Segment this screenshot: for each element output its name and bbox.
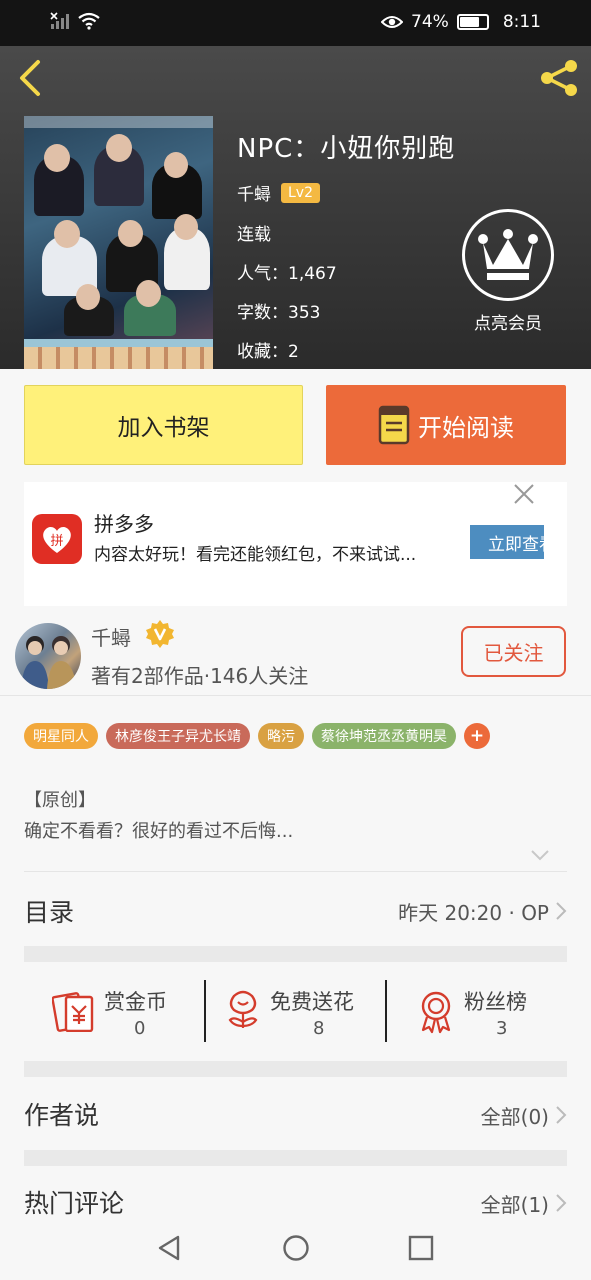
verified-v-icon xyxy=(146,620,174,648)
reward-coins-stat[interactable]: 赏金币 0 xyxy=(40,980,190,1042)
book-title: NPC：小妞你别跑 xyxy=(237,134,456,164)
wifi-icon xyxy=(78,12,100,30)
status-bar: 74% 8:11 xyxy=(0,0,591,46)
vip-label[interactable]: 点亮会员 xyxy=(463,309,553,334)
medal-icon xyxy=(421,991,451,1034)
free-flower-value: 8 xyxy=(313,1018,325,1039)
close-icon[interactable] xyxy=(512,482,536,506)
chevron-right-icon xyxy=(556,1194,567,1212)
tag-item[interactable]: 明星同人 xyxy=(24,723,98,749)
chevron-right-icon xyxy=(556,1106,567,1124)
book-word-count: 字数：353 xyxy=(237,303,321,323)
follow-button[interactable]: 已关注 xyxy=(461,626,566,677)
book-favorites: 收藏：2 xyxy=(237,342,299,362)
free-flower-stat[interactable]: 免费送花 8 xyxy=(220,980,380,1042)
system-nav-bar xyxy=(0,1215,591,1280)
free-flower-label: 免费送花 xyxy=(270,990,354,1014)
fan-ranking-stat[interactable]: 粉丝榜 3 xyxy=(410,980,560,1042)
more-tags-button[interactable]: + xyxy=(464,723,490,749)
share-icon[interactable] xyxy=(537,56,581,100)
author-say-count: 全部(0) xyxy=(480,1105,549,1129)
nav-recents-icon[interactable] xyxy=(408,1235,434,1261)
add-to-shelf-button[interactable]: 加入书架 xyxy=(24,385,303,465)
pinduoduo-logo: 拼 xyxy=(32,514,82,564)
author-row: 千蟳 著有2部作品·146人关注 已关注 xyxy=(0,606,591,696)
hot-comments-count: 全部(1) xyxy=(480,1193,549,1217)
chevron-right-icon xyxy=(556,902,567,920)
battery-percent: 74% xyxy=(411,12,449,32)
author-name[interactable]: 千蟳 xyxy=(91,622,131,651)
description-line-2: 确定不看看？很好的看过不后悔... xyxy=(24,821,294,842)
book-status: 连载 xyxy=(237,225,271,245)
tag-item[interactable]: 略污 xyxy=(258,723,304,749)
reward-coins-label: 赏金币 xyxy=(104,990,167,1014)
battery-icon xyxy=(456,14,489,30)
chevron-down-icon[interactable] xyxy=(530,848,550,862)
book-author-line: 千蟳 Lv2 xyxy=(237,180,320,205)
back-icon[interactable] xyxy=(12,58,52,98)
ad-description: 内容太好玩！看完还能领红包，不来试试... xyxy=(94,545,417,565)
book-popularity: 人气：1,467 xyxy=(237,264,337,284)
tag-list: 明星同人 林彦俊王子异尤长靖 略污 蔡徐坤范丞丞黄明昊 + xyxy=(24,723,490,749)
nav-back-icon[interactable] xyxy=(156,1234,182,1262)
start-reading-button[interactable]: 开始阅读 xyxy=(326,385,566,465)
red-envelope-icon xyxy=(52,992,94,1032)
eye-icon xyxy=(381,16,404,28)
fan-ranking-label: 粉丝榜 xyxy=(464,990,527,1014)
description-line-1: 【原创】 xyxy=(24,790,96,811)
ad-cta-button[interactable]: 立即查看 xyxy=(470,525,544,559)
ad-name: 拼多多 xyxy=(94,512,154,536)
vip-crown-button[interactable] xyxy=(462,209,554,301)
start-reading-label: 开始阅读 xyxy=(418,413,514,442)
book-author[interactable]: 千蟳 xyxy=(237,180,271,205)
fan-ranking-value: 3 xyxy=(496,1018,508,1039)
tag-item[interactable]: 蔡徐坤范丞丞黄明昊 xyxy=(312,723,456,749)
ad-banner[interactable]: 拼 拼多多 内容太好玩！看完还能领红包，不来试试... 立即查看 xyxy=(24,482,567,606)
signal-icon xyxy=(50,12,69,29)
author-stats: 著有2部作品·146人关注 xyxy=(91,664,309,688)
clock: 8:11 xyxy=(502,12,541,32)
logo-text: 拼 xyxy=(50,534,63,549)
book-header: NPC：小妞你别跑 千蟳 Lv2 连载 人气：1,467 字数：353 收藏：2… xyxy=(0,46,591,369)
author-say-title: 作者说 xyxy=(24,1101,100,1130)
author-avatar[interactable] xyxy=(15,623,81,689)
book-cover[interactable] xyxy=(24,116,213,369)
nav-home-icon[interactable] xyxy=(282,1234,310,1262)
catalog-title: 目录 xyxy=(24,898,75,927)
flower-icon xyxy=(228,990,258,1028)
book-icon xyxy=(378,405,410,445)
catalog-update: 昨天 20:20 · OP xyxy=(398,901,549,925)
level-badge: Lv2 xyxy=(281,182,320,203)
crown-icon xyxy=(478,229,538,280)
reward-coins-value: 0 xyxy=(134,1018,146,1039)
tag-item[interactable]: 林彦俊王子异尤长靖 xyxy=(106,723,250,749)
